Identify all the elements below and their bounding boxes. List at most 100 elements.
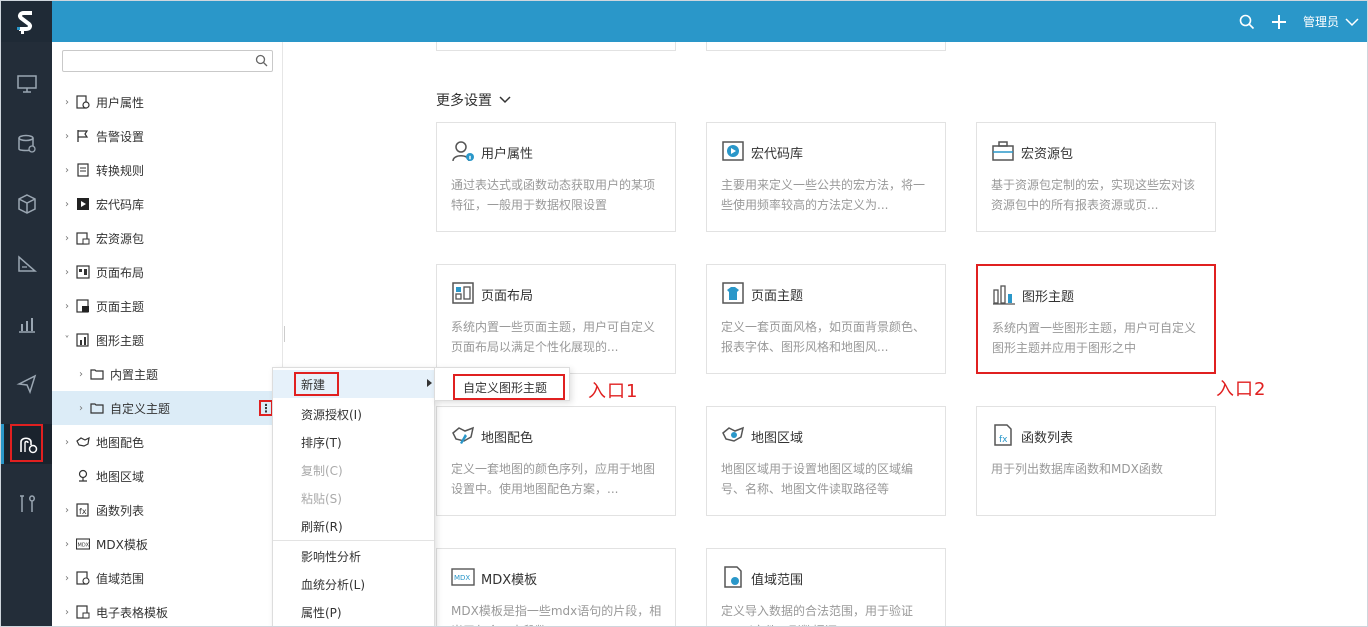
card-macro-library[interactable]: 宏代码库 主要用来定义一些公共的宏方法，将一些使用频率较高的方法定义为... — [706, 122, 946, 232]
chevron-right-icon[interactable]: › — [76, 403, 86, 414]
card-value-range[interactable]: 值域范围 定义导入数据的合法范围，用于验证Excel文件，到数据源... — [706, 548, 946, 626]
tree-item-page-layout[interactable]: › 页面布局 — [52, 255, 283, 289]
more-actions-icon[interactable]: ⋮ — [259, 400, 273, 416]
function-icon: fx — [76, 503, 90, 517]
tree-item-graphic-theme[interactable]: ˅ 图形主题 — [52, 323, 283, 357]
submenu-new: 自定义图形主题 — [434, 367, 570, 401]
menu-item-label: 血统分析(L) — [301, 577, 366, 592]
chevron-right-icon[interactable]: › — [62, 131, 72, 142]
tree-item-map-colors[interactable]: › 地图配色 — [52, 425, 283, 459]
tools-icon[interactable] — [1, 484, 52, 524]
map-region-icon — [721, 423, 745, 447]
menu-item-label: 资源授权(I) — [301, 407, 362, 422]
chart-icon[interactable] — [1, 304, 52, 344]
tree-item-spreadsheet-template[interactable]: › 电子表格模板 — [52, 595, 283, 626]
card-page-theme[interactable]: 页面主题 定义一套页面风格，如页面背景颜色、报表字体、图形风格和地图风... — [706, 264, 946, 374]
card-mdx-template[interactable]: MDX MDX模板 MDX模板是指一些mdx语句的片段，相当于包含一大段数 — [436, 548, 676, 626]
chevron-right-icon[interactable]: › — [76, 369, 86, 380]
card-description: 系统内置一些图形主题，用户可自定义图形主题并应用于图形之中 — [992, 321, 1197, 355]
card-title: 函数列表 — [1021, 431, 1074, 446]
tree-item-macro-package[interactable]: › 宏资源包 — [52, 221, 283, 255]
menu-item-label: 排序(T) — [301, 435, 342, 450]
chevron-right-icon[interactable]: › — [62, 301, 72, 312]
card-macro-package[interactable]: 宏资源包 基于资源包定制的宏，实现这些宏对该资源包中的所有报表资源或页... — [976, 122, 1216, 232]
menu-item-copy: 复制(C) — [273, 456, 434, 484]
card-title: 宏资源包 — [1021, 147, 1074, 162]
card-map-region[interactable]: 地图区域 地图区域用于设置地图区域的区域编号、名称、地图文件读取路径等 — [706, 406, 946, 516]
chevron-right-icon[interactable]: › — [62, 437, 72, 448]
tree-item-conversion-rules[interactable]: › 转换规则 — [52, 153, 283, 187]
logo[interactable] — [1, 1, 52, 42]
tree-item-macro-library[interactable]: › 宏代码库 — [52, 187, 283, 221]
svg-text:MDX: MDX — [78, 543, 90, 549]
tree-item-page-theme[interactable]: › 页面主题 — [52, 289, 283, 323]
search-icon[interactable] — [255, 54, 268, 70]
chevron-right-icon[interactable]: › — [62, 505, 72, 516]
menu-item-refresh[interactable]: 刷新(R) — [273, 512, 434, 540]
cube-icon[interactable] — [1, 184, 52, 224]
card-description: 定义一套页面风格，如页面背景颜色、报表字体、图形风格和地图风... — [721, 320, 926, 354]
flag-icon — [76, 129, 90, 143]
card-title: 地图区域 — [751, 431, 804, 446]
more-settings-toggle[interactable]: 更多设置 — [436, 90, 512, 110]
menu-item-label: 粘贴(S) — [301, 491, 342, 506]
chevron-down-icon[interactable] — [1345, 17, 1359, 27]
send-icon[interactable] — [1, 364, 52, 404]
logo-icon — [16, 10, 32, 34]
card-description: 基于资源包定制的宏，实现这些宏对该资源包中的所有报表资源或页... — [991, 178, 1196, 212]
chevron-right-icon[interactable]: › — [62, 573, 72, 584]
card-title: 用户属性 — [481, 147, 534, 162]
search-icon[interactable] — [1239, 14, 1255, 30]
macro-play-icon — [76, 197, 90, 211]
tree-item-alert-settings[interactable]: › 告警设置 — [52, 119, 283, 153]
card-title: 页面主题 — [751, 289, 804, 304]
chevron-right-icon[interactable]: › — [62, 199, 72, 210]
annotation-entry2: 入口2 — [1216, 379, 1267, 400]
card-user-attributes[interactable]: 用户属性 通过表达式或函数动态获取用户的某项特征，一般用于数据权限设置 — [436, 122, 676, 232]
chevron-right-icon[interactable]: › — [62, 233, 72, 244]
ruler-icon[interactable] — [1, 244, 52, 284]
menu-item-label: 刷新(R) — [301, 519, 343, 534]
chevron-right-icon[interactable]: › — [62, 165, 72, 176]
database-icon[interactable] — [1, 124, 52, 164]
tree-item-user-attributes[interactable]: › 用户属性 — [52, 85, 283, 119]
menu-item-properties[interactable]: 属性(P) — [273, 598, 434, 626]
tree-item-mdx-template[interactable]: › MDX MDX模板 — [52, 527, 283, 561]
card-page-layout[interactable]: 页面布局 系统内置一些页面主题，用户可自定义页面布局以满足个性化展现的... — [436, 264, 676, 374]
tree-search-input[interactable] — [62, 50, 273, 72]
tree-item-value-range[interactable]: › 值域范围 — [52, 561, 283, 595]
tree-item-label: 用户属性 — [96, 95, 145, 110]
app-window: 管理员 › 用户属性 › 告警设置 › 转换规则 › 宏代码库 › 宏资源包 ›… — [0, 0, 1368, 627]
card-function-list[interactable]: fx 函数列表 用于列出数据库函数和MDX函数 — [976, 406, 1216, 516]
card-description: 系统内置一些页面主题，用户可自定义页面布局以满足个性化展现的... — [451, 320, 656, 354]
tree-item-function-list[interactable]: › fx 函数列表 — [52, 493, 283, 527]
folder-icon — [90, 367, 104, 381]
monitor-icon[interactable] — [1, 64, 52, 104]
menu-item-label: 复制(C) — [301, 463, 343, 478]
tree-item-builtin-theme[interactable]: › 内置主题 — [52, 357, 283, 391]
chevron-right-icon[interactable]: › — [62, 607, 72, 618]
chevron-right-icon[interactable]: › — [62, 97, 72, 108]
admin-user-menu[interactable]: 管理员 — [1303, 13, 1339, 30]
tree-item-map-region[interactable]: 地图区域 — [52, 459, 283, 493]
mdx-icon: MDX — [451, 565, 475, 589]
menu-item-custom-graphic-theme[interactable]: 自定义图形主题 — [453, 374, 565, 400]
card-map-colors[interactable]: 地图配色 定义一套地图的颜色序列，应用于地图设置中。使用地图配色方案，... — [436, 406, 676, 516]
menu-item-impact-analysis[interactable]: 影响性分析 — [273, 542, 434, 570]
plus-icon[interactable] — [1271, 14, 1287, 30]
chevron-down-icon[interactable]: ˅ — [62, 335, 72, 346]
chevron-right-icon[interactable]: › — [62, 539, 72, 550]
value-range-icon — [76, 571, 90, 585]
user-info-icon — [451, 139, 475, 163]
location-pin-icon — [76, 469, 90, 483]
resource-tree-panel: › 用户属性 › 告警设置 › 转换规则 › 宏代码库 › 宏资源包 › 页面布… — [52, 42, 283, 626]
menu-item-sort[interactable]: 排序(T) — [273, 428, 434, 456]
tree-item-label: 电子表格模板 — [96, 605, 169, 620]
card-graphic-theme[interactable]: 图形主题 系统内置一些图形主题，用户可自定义图形主题并应用于图形之中 — [976, 264, 1216, 374]
tree-item-custom-theme[interactable]: › 自定义主题 ⋮ — [52, 391, 283, 425]
main-content: 更多设置 用户属性 通过表达式或函数动态获取用户的某项特征，一般用于数据权限设置… — [285, 42, 1367, 626]
menu-item-paste: 粘贴(S) — [273, 484, 434, 512]
menu-item-authorize[interactable]: 资源授权(I) — [273, 400, 434, 428]
menu-item-lineage-analysis[interactable]: 血统分析(L) — [273, 570, 434, 598]
chevron-right-icon[interactable]: › — [62, 267, 72, 278]
